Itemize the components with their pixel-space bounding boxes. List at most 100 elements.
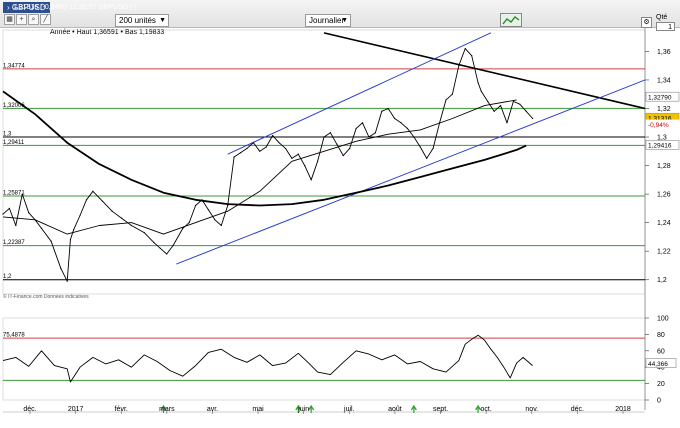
price-point — [172, 244, 174, 247]
price-point — [2, 213, 4, 215]
osc-level-label: 75,4878 — [3, 333, 25, 339]
price-point — [153, 242, 155, 244]
x-tick-label: déc. — [571, 406, 584, 413]
price-point — [188, 222, 190, 224]
price-point — [252, 142, 254, 144]
price-y-tick-label: 1,26 — [657, 192, 671, 199]
osc-y-tick-label: 80 — [657, 332, 665, 339]
price-badge-label: -0,94% — [648, 122, 669, 129]
x-tick-label: nov. — [525, 406, 538, 413]
osc-series-line — [2, 334, 533, 383]
price-point — [413, 136, 415, 138]
price-point — [79, 214, 81, 217]
price-point — [349, 147, 351, 150]
price-point — [272, 135, 274, 137]
price-level-label: 1,2 — [3, 274, 12, 280]
price-y-tick-label: 1,22 — [657, 249, 671, 256]
price-point — [40, 227, 43, 229]
price-point — [259, 150, 261, 152]
x-tick-label: juin — [297, 406, 309, 413]
chart-canvas[interactable]: 1,31316 (-0,94%) 12:30:57 GBPUSD (-) Ann… — [0, 0, 680, 428]
price-y-tick-label: 1,28 — [657, 163, 671, 170]
price-level-label: 1,22387 — [3, 240, 25, 246]
price-point — [92, 190, 94, 192]
price-point — [195, 204, 197, 207]
price-point — [166, 253, 168, 255]
price-point — [69, 239, 72, 241]
x-tick-label: oct. — [481, 406, 492, 413]
price-point — [227, 204, 229, 207]
price-point — [400, 122, 402, 124]
osc-y-tick-label: 60 — [657, 348, 665, 355]
price-point — [220, 224, 222, 227]
price-point — [297, 153, 299, 155]
price-badge-label: 1,29416 — [648, 143, 672, 150]
price-point — [519, 103, 521, 105]
price-point — [21, 193, 23, 195]
trendline — [176, 79, 646, 265]
price-point — [329, 132, 332, 134]
price-point — [406, 127, 409, 130]
price-point — [15, 224, 17, 227]
price-point — [355, 127, 357, 130]
price-panel-frame — [2, 29, 646, 295]
price-point — [159, 247, 161, 249]
x-tick-label: 2017 — [68, 406, 84, 413]
price-y-tick-label: 1,34 — [657, 77, 671, 84]
price-point — [101, 200, 104, 202]
price-point — [50, 240, 52, 242]
price-point — [310, 179, 312, 181]
osc-y-tick-label: 0 — [657, 398, 661, 405]
price-point — [342, 154, 344, 157]
price-point — [121, 217, 123, 219]
price-point — [387, 107, 389, 110]
price-point — [291, 157, 293, 160]
price-point — [506, 122, 508, 124]
price-point — [73, 229, 75, 231]
osc-y-tick-label: 100 — [657, 316, 669, 323]
x-tick-label: déc. — [23, 406, 36, 413]
price-point — [432, 147, 434, 150]
price-point — [525, 110, 527, 112]
x-tick-label: avr. — [207, 406, 218, 413]
price-point — [471, 55, 473, 57]
price-point — [323, 136, 325, 138]
trendline — [227, 32, 492, 155]
osc-y-tick-label: 20 — [657, 381, 665, 388]
price-series-moving-average — [2, 99, 517, 235]
price-point — [445, 99, 447, 101]
price-point — [130, 224, 132, 227]
price-point — [336, 143, 338, 145]
oscillator-panel-frame — [2, 317, 646, 401]
price-point — [381, 110, 383, 112]
price-badge-label: 1,32790 — [648, 94, 672, 101]
price-point — [451, 93, 453, 95]
price-point — [493, 110, 495, 112]
price-point — [207, 209, 210, 211]
price-point — [239, 152, 242, 154]
price-point — [233, 156, 235, 158]
price-point — [28, 212, 30, 214]
x-tick-label: sept. — [433, 406, 448, 413]
price-y-tick-label: 1,2 — [657, 277, 667, 284]
price-y-tick-label: 1,24 — [657, 220, 671, 227]
price-point — [487, 100, 489, 102]
price-y-tick-label: 1,36 — [657, 49, 671, 56]
price-point — [368, 136, 370, 138]
price-point — [246, 147, 248, 150]
x-tick-label: mai — [252, 406, 264, 413]
price-point — [214, 219, 216, 221]
price-point — [374, 132, 376, 134]
price-point — [265, 146, 267, 148]
x-tick-label: mars — [159, 406, 175, 413]
price-point — [66, 280, 68, 282]
price-point — [458, 65, 460, 67]
price-point — [8, 207, 11, 209]
price-series-close — [2, 48, 533, 282]
price-point — [394, 117, 396, 120]
price-level-label: 1,29411 — [3, 140, 25, 146]
price-point — [426, 157, 428, 160]
x-tick-label: 2018 — [615, 406, 631, 413]
price-point — [532, 117, 534, 120]
price-point — [60, 267, 62, 269]
